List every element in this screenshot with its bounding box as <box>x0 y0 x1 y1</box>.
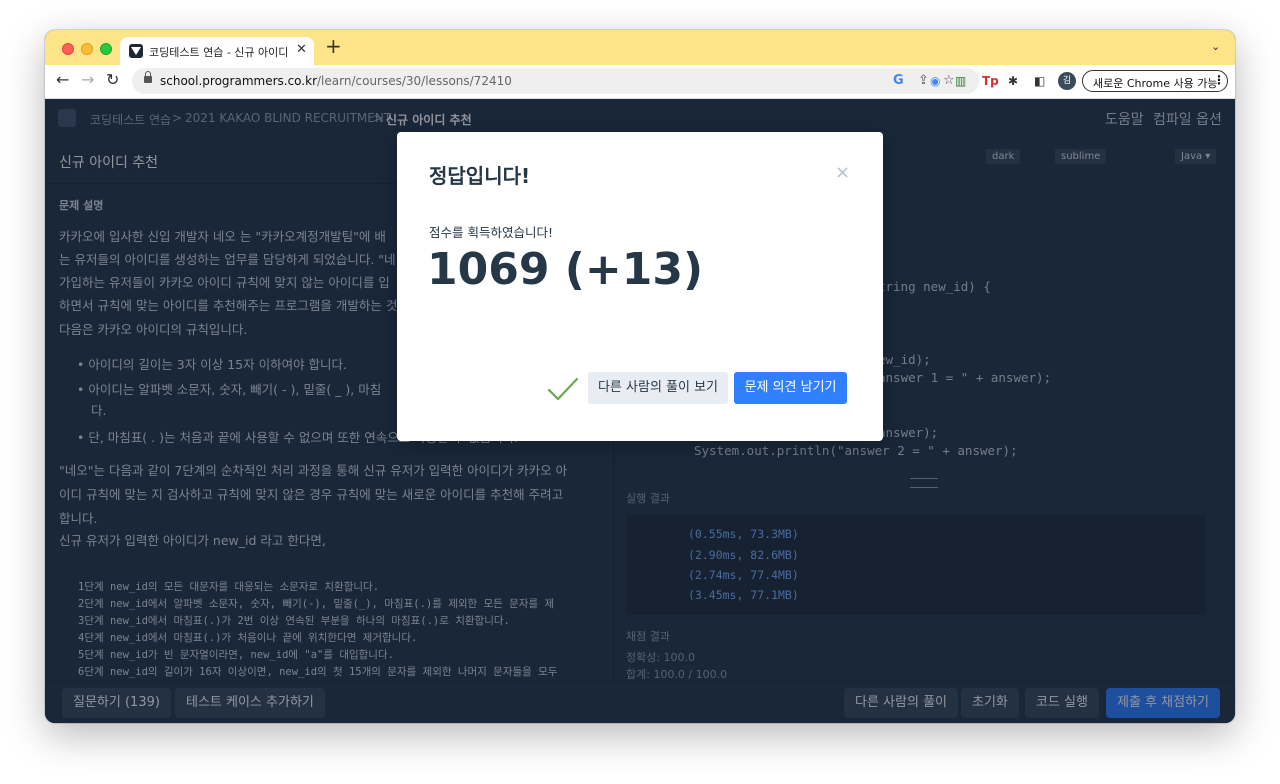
google-translate-icon[interactable]: G <box>893 73 904 88</box>
modal-title: 정답입니다! <box>429 164 531 188</box>
checkmark-icon <box>547 377 579 401</box>
leave-feedback-button[interactable]: 문제 의견 남기기 <box>734 372 847 404</box>
kebab-menu-icon[interactable]: ⋮ <box>1213 73 1225 87</box>
lock-icon[interactable] <box>144 71 152 83</box>
tab-search-chevron-icon[interactable]: ⌄ <box>1211 40 1220 53</box>
back-arrow-icon[interactable]: ← <box>56 70 69 90</box>
tab-close-icon[interactable]: ✕ <box>296 42 307 57</box>
url-text: school.programmers.co.kr/learn/courses/3… <box>160 74 512 88</box>
tab-strip: 코딩테스트 연습 - 신규 아이디 추천 ✕ + ⌄ <box>45 30 1235 65</box>
color-extension-icon[interactable]: ◉ <box>930 74 940 88</box>
close-icon[interactable]: × <box>835 164 850 182</box>
side-panel-icon[interactable]: ◧ <box>1034 74 1045 88</box>
bookmark-star-icon[interactable]: ☆ <box>943 73 955 88</box>
modal-subtitle: 점수를 획득하였습니다! <box>429 225 553 240</box>
tab-title: 코딩테스트 연습 - 신규 아이디 추천 <box>149 46 291 59</box>
new-tab-icon[interactable]: + <box>325 36 342 56</box>
extensions-puzzle-icon[interactable]: ✱ <box>1008 74 1018 88</box>
result-modal: 정답입니다! × 점수를 획득하였습니다! 1069 (+13) 다른 사람의 … <box>397 132 883 441</box>
programmers-favicon-icon <box>129 44 143 58</box>
forward-arrow-icon[interactable]: → <box>81 70 94 90</box>
profile-avatar[interactable]: 김 <box>1058 72 1076 90</box>
browser-tab-active[interactable]: 코딩테스트 연습 - 신규 아이디 추천 ✕ <box>120 37 314 65</box>
minimize-window-button[interactable] <box>81 43 93 55</box>
close-window-button[interactable] <box>62 43 74 55</box>
browser-toolbar: ← → ↻ school.programmers.co.kr/learn/cou… <box>45 65 1235 99</box>
share-icon[interactable]: ⇪ <box>918 73 929 88</box>
view-others-solutions-button[interactable]: 다른 사람의 풀이 보기 <box>588 372 728 404</box>
chart-extension-icon[interactable]: ▥ <box>955 74 966 88</box>
chrome-update-label: 새로운 Chrome 사용 가능 <box>1093 77 1218 90</box>
maximize-window-button[interactable] <box>100 43 112 55</box>
address-bar[interactable]: school.programmers.co.kr/learn/courses/3… <box>132 68 979 94</box>
browser-window: 코딩테스트 연습 - 신규 아이디 추천 ✕ + ⌄ ← → ↻ school.… <box>45 30 1235 723</box>
tp-extension-icon[interactable]: Tp <box>982 74 999 88</box>
score-display: 1069 (+13) <box>427 244 704 295</box>
reload-icon[interactable]: ↻ <box>106 70 119 90</box>
chrome-update-button[interactable]: 새로운 Chrome 사용 가능 ⋮ <box>1082 70 1228 92</box>
